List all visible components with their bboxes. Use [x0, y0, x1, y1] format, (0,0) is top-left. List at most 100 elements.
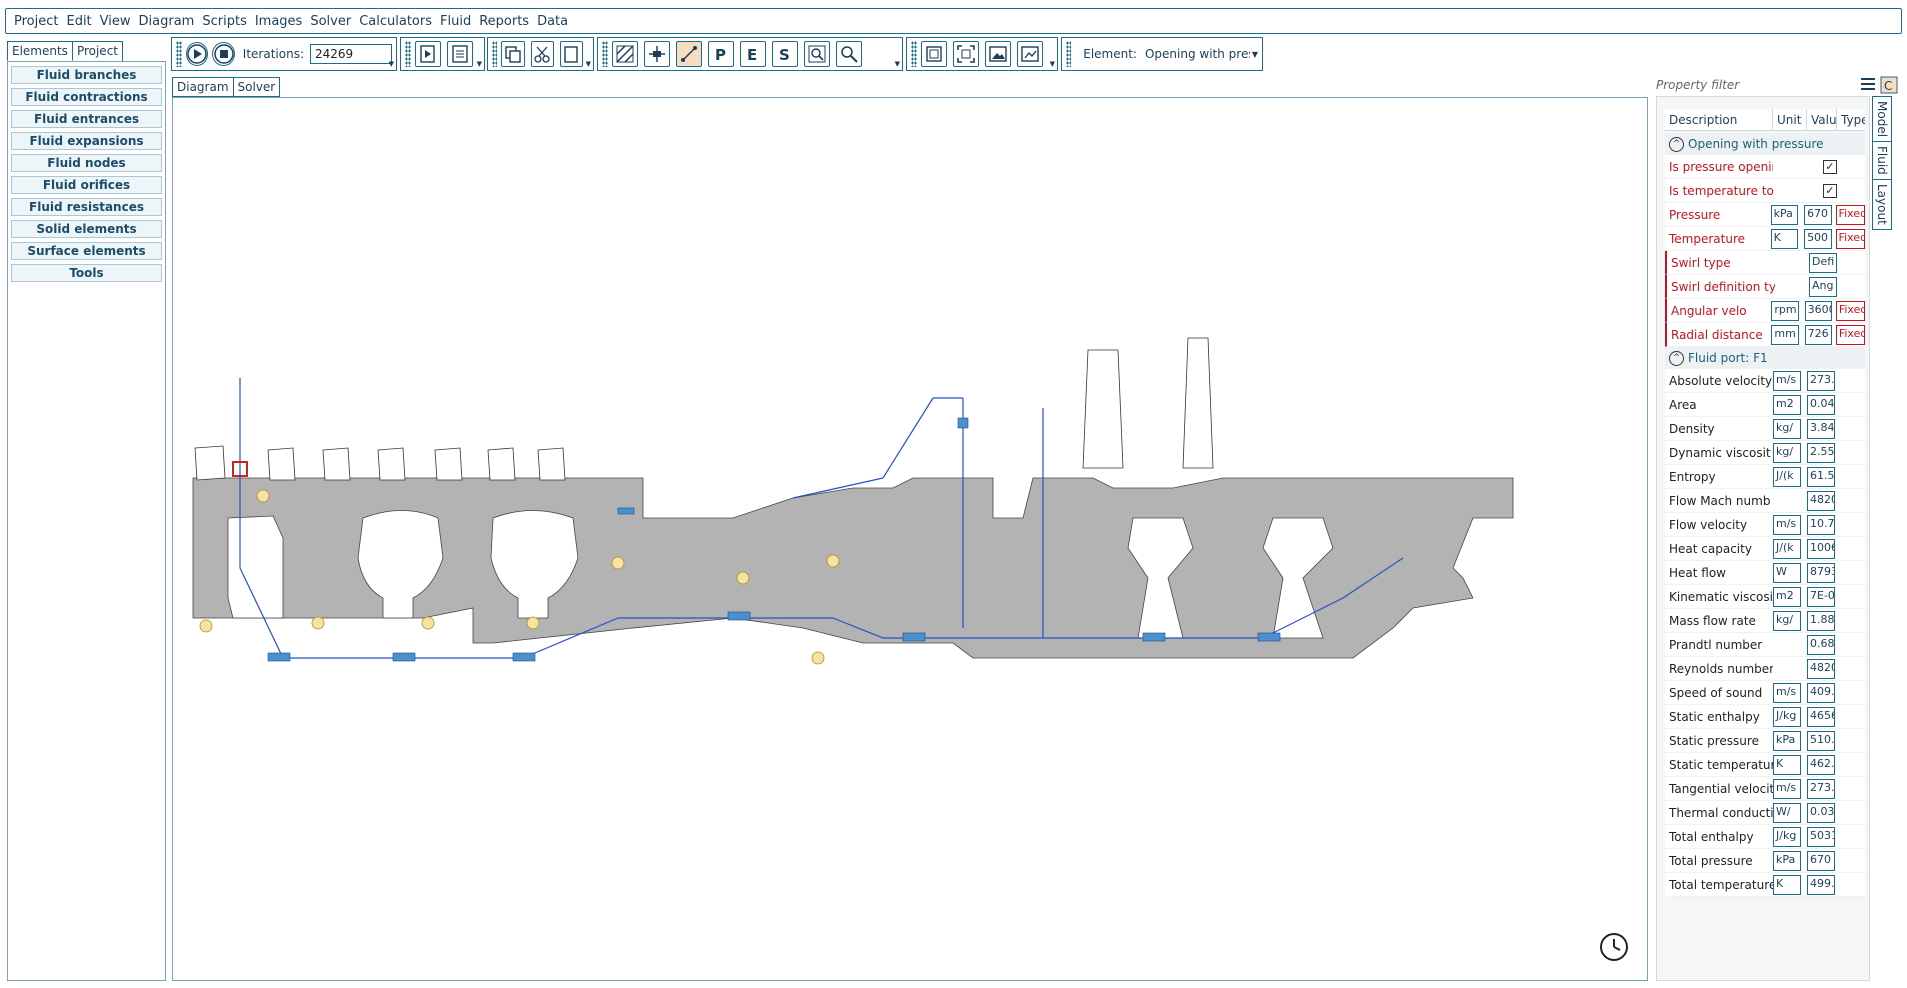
overflow-chevron-icon[interactable]: ▼: [895, 60, 900, 68]
header-type[interactable]: Type: [1837, 109, 1865, 130]
unit-dropdown[interactable]: m/s: [1773, 778, 1801, 799]
category-fluid-branches[interactable]: Fluid branches: [11, 66, 162, 84]
script-list-button[interactable]: [447, 41, 473, 67]
swirl-button[interactable]: S: [772, 41, 798, 67]
property-row[interactable]: Speed of sound m/s 409.2: [1665, 681, 1865, 705]
value-field[interactable]: 273.6: [1807, 778, 1835, 799]
property-row[interactable]: Total pressure kPa 670: [1665, 849, 1865, 873]
link-button[interactable]: [676, 41, 702, 67]
property-row[interactable]: Flow Mach numb 4820: [1665, 489, 1865, 513]
menu-scripts[interactable]: Scripts: [198, 14, 250, 29]
property-row[interactable]: Swirl type Defi: [1665, 251, 1865, 275]
unit-dropdown[interactable]: m/s: [1773, 682, 1801, 703]
category-surface-elements[interactable]: Surface elements: [11, 242, 162, 260]
property-row[interactable]: Is temperature total ✓: [1665, 179, 1865, 203]
property-row[interactable]: Thermal conductivW/0.037: [1665, 801, 1865, 825]
search-button[interactable]: [836, 41, 862, 67]
iterations-input[interactable]: [310, 44, 392, 64]
export-image-button[interactable]: [1017, 41, 1043, 67]
category-fluid-orifices[interactable]: Fluid orifices: [11, 176, 162, 194]
unit-dropdown[interactable]: W: [1773, 562, 1801, 583]
property-row[interactable]: Static temperatureK 462.7: [1665, 753, 1865, 777]
menu-view[interactable]: View: [96, 14, 135, 29]
paste-button[interactable]: [559, 41, 584, 67]
value-field[interactable]: 726: [1804, 324, 1832, 345]
value-field[interactable]: 670: [1807, 850, 1835, 871]
menu-data[interactable]: Data: [533, 14, 572, 29]
property-row[interactable]: Heat capacity J/(k 1006: [1665, 537, 1865, 561]
category-fluid-contractions[interactable]: Fluid contractions: [11, 88, 162, 106]
property-row[interactable]: Radial distance mm 726 Fixed: [1665, 323, 1865, 347]
unit-dropdown[interactable]: K: [1770, 228, 1799, 249]
overflow-chevron-icon[interactable]: ▼: [389, 60, 394, 68]
value-field[interactable]: 500: [1804, 228, 1832, 249]
category-solid-elements[interactable]: Solid elements: [11, 220, 162, 238]
unit-dropdown[interactable]: K: [1773, 874, 1801, 895]
value-field[interactable]: 4820: [1807, 658, 1835, 679]
property-row[interactable]: Angular velo rpm3600Fixed: [1665, 299, 1865, 323]
property-row[interactable]: Is pressure opening ✓: [1665, 155, 1865, 179]
property-filter-input[interactable]: Property filter: [1656, 78, 1739, 92]
toolbar-grip[interactable]: [176, 41, 182, 67]
image-zoom-button[interactable]: [804, 41, 830, 67]
value-field[interactable]: 273.5: [1807, 370, 1835, 391]
unit-dropdown[interactable]: m2: [1773, 394, 1801, 415]
menu-edit[interactable]: Edit: [62, 14, 95, 29]
element-dropdown[interactable]: Opening with pressu: [1145, 47, 1250, 61]
value-field[interactable]: 462.7: [1807, 754, 1835, 775]
tab-project[interactable]: Project: [71, 41, 123, 61]
menu-lines-icon[interactable]: [1860, 76, 1876, 92]
unit-dropdown[interactable]: kPa: [1773, 850, 1801, 871]
toolbar-grip[interactable]: [602, 41, 608, 67]
value-field[interactable]: 499.9: [1807, 874, 1835, 895]
type-dropdown[interactable]: Fixed: [1835, 204, 1865, 225]
diagram-canvas[interactable]: [172, 97, 1648, 981]
run-script-button[interactable]: [415, 41, 441, 67]
property-row[interactable]: Kinematic viscosi m2 7E-0: [1665, 585, 1865, 609]
property-row[interactable]: Pressure kPa 670 Fixed: [1665, 203, 1865, 227]
property-section-header[interactable]: ^ Opening with pressure: [1665, 133, 1865, 155]
collapse-chevron-icon[interactable]: ^: [1669, 350, 1684, 366]
unit-dropdown[interactable]: kg/: [1773, 442, 1801, 463]
cut-button[interactable]: [530, 41, 554, 67]
value-field[interactable]: 10.70: [1807, 514, 1835, 535]
energy-button[interactable]: E: [740, 41, 766, 67]
run-button[interactable]: [185, 42, 209, 66]
unit-dropdown[interactable]: kPa: [1770, 204, 1799, 225]
frame-button[interactable]: [953, 41, 979, 67]
value-field[interactable]: Ang: [1809, 276, 1837, 297]
value-field[interactable]: 61.50: [1807, 466, 1835, 487]
property-row[interactable]: Area m2 0.045: [1665, 393, 1865, 417]
category-fluid-expansions[interactable]: Fluid expansions: [11, 132, 162, 150]
property-row[interactable]: Prandtl number 0.681: [1665, 633, 1865, 657]
menu-calculators[interactable]: Calculators: [355, 14, 436, 29]
header-unit[interactable]: Unit: [1773, 109, 1807, 130]
property-row[interactable]: Reynolds number 4820: [1665, 657, 1865, 681]
collapse-chevron-icon[interactable]: ^: [1669, 136, 1684, 152]
unit-dropdown[interactable]: K: [1773, 754, 1801, 775]
type-dropdown[interactable]: Fixed: [1835, 324, 1865, 345]
checkbox-checked[interactable]: ✓: [1823, 183, 1837, 198]
value-field[interactable]: 1006: [1807, 538, 1835, 559]
type-dropdown[interactable]: Fixed: [1835, 300, 1865, 321]
turbine-network-diagram[interactable]: [173, 98, 1648, 981]
category-fluid-nodes[interactable]: Fluid nodes: [11, 154, 162, 172]
hatch-button[interactable]: [612, 41, 638, 67]
unit-dropdown[interactable]: kPa: [1773, 730, 1801, 751]
unit-dropdown[interactable]: m/s: [1773, 514, 1801, 535]
copy-button[interactable]: [501, 41, 525, 67]
stop-button[interactable]: [212, 42, 235, 66]
unit-dropdown[interactable]: J/(k: [1773, 538, 1801, 559]
property-row[interactable]: Absolute velocitym/s 273.5: [1665, 369, 1865, 393]
value-field[interactable]: 670: [1804, 204, 1832, 225]
fit-view-button[interactable]: [921, 41, 947, 67]
value-field[interactable]: 510.8: [1807, 730, 1835, 751]
overflow-chevron-icon[interactable]: ▼: [477, 60, 482, 68]
property-row[interactable]: Temperature K 500 Fixed: [1665, 227, 1865, 251]
category-fluid-entrances[interactable]: Fluid entrances: [11, 110, 162, 128]
value-field[interactable]: Defi: [1809, 252, 1837, 273]
toolbar-grip[interactable]: [911, 41, 917, 67]
tab-diagram[interactable]: Diagram: [172, 77, 234, 97]
property-row[interactable]: Swirl definition type Ang: [1665, 275, 1865, 299]
tab-model[interactable]: Model: [1872, 96, 1892, 143]
